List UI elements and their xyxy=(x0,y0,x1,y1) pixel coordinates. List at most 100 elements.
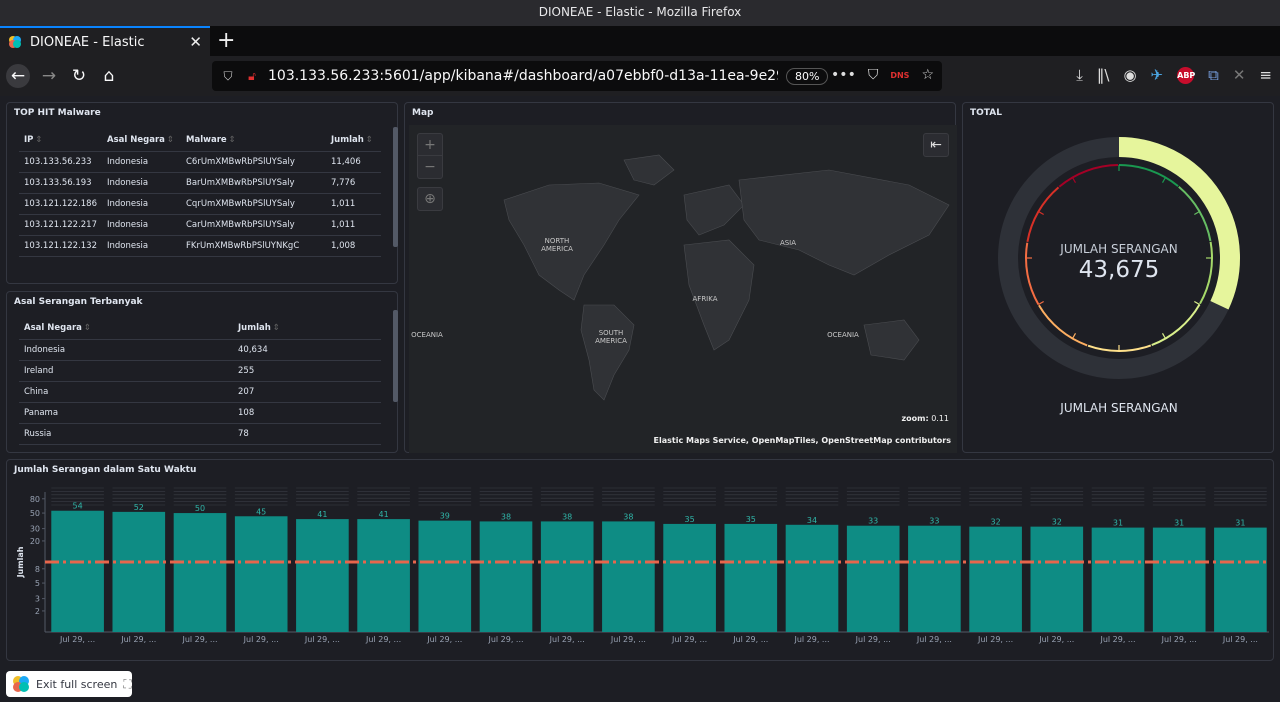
table-row: China 207 xyxy=(19,381,381,403)
url-text[interactable]: 103.133.56.233:5601/app/kibana#/dashboar… xyxy=(268,68,778,84)
bar xyxy=(1030,526,1084,632)
count-cell: 1,011 xyxy=(326,214,381,236)
close-tab-icon[interactable]: ✕ xyxy=(189,33,202,51)
tracking-shield-icon[interactable]: ⛉ xyxy=(220,68,236,84)
exit-full-screen-button[interactable]: Exit full screen ⛶ xyxy=(6,671,132,697)
adblock-plus-icon[interactable]: ABP xyxy=(1177,66,1195,84)
url-bar[interactable]: ⛉ 🔓︎ 103.133.56.233:5601/app/kibana#/das… xyxy=(212,61,942,91)
extension-icon[interactable]: ✈ xyxy=(1151,66,1164,84)
x-tick-label: Jul 29, ... xyxy=(916,635,952,644)
x-tick-label: Jul 29, ... xyxy=(671,635,707,644)
zoom-out-icon[interactable]: − xyxy=(418,156,442,178)
forward-icon[interactable]: → xyxy=(37,64,61,88)
elastic-logo-icon xyxy=(13,676,29,692)
malware-header-row: IP ⇕ Asal Negara ⇕ Malware ⇕ Jumlah ⇕ xyxy=(19,129,381,152)
country-cell: Indonesia xyxy=(102,214,181,236)
dns-addon-icon[interactable]: DNS xyxy=(890,71,909,80)
x-tick-label: Jul 29, ... xyxy=(181,635,217,644)
gauge-metric-value: 43,675 xyxy=(1078,257,1160,283)
column-header[interactable]: Asal Negara ⇕ xyxy=(19,317,233,340)
table-row: 103.121.122.186 Indonesia CqrUmXMBwRbPSlUY… xyxy=(19,193,381,215)
menu-icon[interactable]: ≡ xyxy=(1259,66,1272,84)
page-actions-icon[interactable]: ••• xyxy=(831,67,856,83)
column-header[interactable]: Asal Negara ⇕ xyxy=(102,129,181,152)
count-cell: 255 xyxy=(233,360,381,382)
new-tab-icon[interactable]: + xyxy=(217,28,235,53)
translate-icon[interactable]: ⧉ xyxy=(1208,66,1219,84)
country-scrollbar[interactable] xyxy=(393,310,398,402)
column-header[interactable]: IP ⇕ xyxy=(19,129,102,152)
gauge-bottom-label: JUMLAH SERANGAN xyxy=(1060,401,1178,415)
bar-chart: Jumlah23582030508054Jul 29, ...52Jul 29,… xyxy=(16,487,1269,644)
bar xyxy=(846,525,900,632)
bar-value-label: 33 xyxy=(929,517,939,526)
column-header[interactable]: Jumlah ⇕ xyxy=(326,129,381,152)
column-header[interactable]: Jumlah ⇕ xyxy=(233,317,381,340)
table-row: 103.133.56.233 Indonesia C6rUmXMBwRbPSlUYS… xyxy=(19,151,381,173)
y-axis-label: Jumlah xyxy=(16,546,25,578)
bar-value-label: 32 xyxy=(991,518,1001,527)
gauge-tick xyxy=(1194,210,1200,216)
map-location-icon[interactable]: ⊕ xyxy=(417,187,443,211)
extension-x-icon[interactable]: ✕ xyxy=(1233,66,1246,84)
library-icon[interactable]: ‖\ xyxy=(1097,66,1110,84)
bar xyxy=(1091,527,1145,632)
toolbar-right: ⤓ ‖\ ◉ ✈ ABP ⧉ ✕ ≡ xyxy=(1076,66,1272,84)
bar xyxy=(663,523,716,632)
count-cell: 1,011 xyxy=(326,193,381,215)
bar xyxy=(173,513,227,632)
zoom-in-icon[interactable]: + xyxy=(418,134,442,156)
bar-value-label: 54 xyxy=(73,502,83,511)
y-tick-label: 3 xyxy=(35,595,40,604)
map-zoom-readout: zoom: 0.11 xyxy=(901,414,949,423)
home-icon[interactable]: ⌂ xyxy=(97,64,121,88)
country-cell: Panama xyxy=(19,402,233,424)
column-header[interactable]: Malware ⇕ xyxy=(181,129,326,152)
account-icon[interactable]: ◉ xyxy=(1123,66,1136,84)
pocket-icon[interactable]: ⛉ xyxy=(868,67,879,83)
count-cell: 207 xyxy=(233,381,381,403)
zoom-indicator[interactable]: 80% xyxy=(786,67,829,85)
back-icon[interactable]: ← xyxy=(6,64,30,88)
y-tick-label: 20 xyxy=(30,537,40,546)
bar xyxy=(1214,527,1267,632)
map-label-south-america: SOUTH AMERICA xyxy=(595,329,627,345)
map-label-north-america: NORTH AMERICA xyxy=(541,237,573,253)
country-cell: Indonesia xyxy=(102,172,181,194)
malware-scrollbar[interactable] xyxy=(393,127,398,247)
layer-control-icon[interactable]: ⇤ xyxy=(923,133,949,157)
map-panel-title: Map xyxy=(412,108,434,118)
bar-value-label: 31 xyxy=(1235,519,1245,528)
ip-cell: 103.121.122.186 xyxy=(19,193,102,215)
y-tick-label: 8 xyxy=(35,565,40,574)
x-tick-label: Jul 29, ... xyxy=(426,635,462,644)
bar xyxy=(785,524,839,632)
bar xyxy=(908,525,961,632)
bar-value-label: 41 xyxy=(379,510,389,519)
x-tick-label: Jul 29, ... xyxy=(1038,635,1074,644)
gauge-metric-label: JUMLAH SERANGAN xyxy=(1060,242,1178,256)
bar xyxy=(296,519,349,632)
map-attribution[interactable]: Elastic Maps Service, OpenMapTiles, Open… xyxy=(654,436,951,445)
url-actions: ••• ⛉ DNS ☆ xyxy=(831,67,934,83)
insecure-lock-icon[interactable]: 🔓︎ xyxy=(244,68,260,84)
country-cell: Russia xyxy=(19,423,233,445)
malware-panel: TOP HIT Malware IP ⇕ Asal Negara ⇕ Malware… xyxy=(6,102,398,284)
bar-value-label: 52 xyxy=(134,503,144,512)
reload-icon[interactable]: ↻ xyxy=(67,64,91,88)
bar-value-label: 41 xyxy=(317,510,327,519)
ip-cell: 103.121.122.132 xyxy=(19,235,102,257)
chart-panel: Jumlah Serangan dalam Satu Waktu Jumlah 2… xyxy=(6,459,1274,661)
x-tick-label: Jul 29, ... xyxy=(1161,635,1197,644)
x-tick-label: Jul 29, ... xyxy=(855,635,891,644)
map-label-oceania: OCEANIA xyxy=(411,331,443,339)
country-header-row: Asal Negara ⇕ Jumlah ⇕ xyxy=(19,317,381,340)
europe-shape xyxy=(683,184,745,236)
bookmark-star-icon[interactable]: ☆ xyxy=(921,67,934,83)
x-tick-label: Jul 29, ... xyxy=(487,635,523,644)
navigation-bar: ← → ↻ ⌂ ⛉ 🔓︎ 103.133.56.233:5601/app/kib… xyxy=(0,56,1280,96)
world-map[interactable]: + − ⊕ ⇤ NORTH AMERICA SOUTH AMERICA ASIA… xyxy=(409,125,957,453)
x-tick-label: Jul 29, ... xyxy=(59,635,95,644)
downloads-icon[interactable]: ⤓ xyxy=(1076,66,1083,84)
browser-tab[interactable]: DIONEAE - Elastic ✕ xyxy=(0,26,210,56)
